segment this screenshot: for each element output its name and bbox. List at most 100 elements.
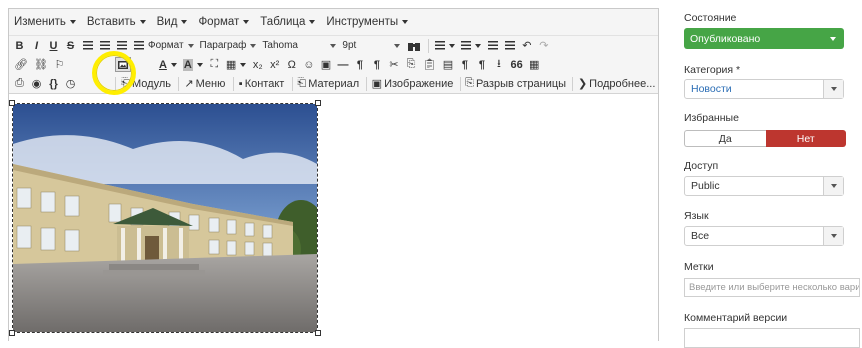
font-family-dropdown[interactable]: Tahoma: [262, 40, 337, 51]
unlink-icon: ⛓︎: [33, 59, 48, 71]
resize-handle[interactable]: [9, 100, 15, 106]
chevron-down-icon: [449, 43, 456, 48]
menu-format[interactable]: Формат: [198, 16, 250, 28]
undo-button[interactable]: ↶: [519, 37, 534, 54]
fullscreen-icon: ⛶: [210, 58, 219, 70]
outdent-button[interactable]: [485, 37, 500, 54]
redo-icon: ↷: [539, 40, 549, 52]
language-select[interactable]: Все: [684, 226, 844, 246]
background-color-icon: A: [182, 58, 193, 71]
resize-handle[interactable]: [315, 100, 321, 106]
tags-label: Метки: [684, 261, 714, 273]
pagebreak-button[interactable]: ⎘ Разрыв страницы: [465, 75, 566, 92]
italic-button[interactable]: I: [29, 37, 44, 54]
menu-table[interactable]: Таблица: [260, 16, 316, 28]
chevron-down-icon: ❯: [577, 78, 588, 90]
visual-chars-button[interactable]: ¶: [457, 56, 472, 73]
paste-text-button[interactable]: ▤: [440, 56, 455, 73]
horizontal-rule-button[interactable]: —: [335, 56, 350, 73]
menu-tools[interactable]: Инструменты: [326, 16, 409, 28]
paragraph-dropdown[interactable]: Параграф: [200, 40, 257, 51]
menu-view[interactable]: Вид: [157, 16, 188, 28]
editor-content[interactable]: [9, 94, 658, 336]
featured-no-button[interactable]: Нет: [765, 130, 846, 147]
insert-link-button[interactable]: 🔗︎: [12, 56, 30, 73]
menu-edit[interactable]: Изменить: [14, 16, 76, 28]
chevron-down-icon: [830, 234, 837, 238]
chevron-down-icon: [170, 62, 177, 67]
special-char-button[interactable]: Ω: [284, 56, 299, 73]
horizontal-rule-icon: —: [337, 58, 349, 71]
background-color-button[interactable]: A: [181, 56, 205, 73]
strikethrough-button[interactable]: S: [63, 37, 78, 54]
inserted-image[interactable]: [9, 100, 321, 336]
numbered-list-button[interactable]: [459, 37, 483, 54]
table-button[interactable]: ▦: [224, 56, 248, 73]
indent-button[interactable]: [502, 37, 517, 54]
align-left-icon: [82, 41, 93, 50]
bold-button[interactable]: B: [12, 37, 27, 54]
featured-label: Избранные: [684, 112, 739, 124]
link-icon: 🔗︎: [14, 59, 28, 71]
pilcrow-rtl-button[interactable]: ¶: [369, 56, 384, 73]
find-replace-button[interactable]: [406, 37, 422, 54]
unlink-button[interactable]: ⛓︎: [32, 56, 50, 73]
cut-button[interactable]: ✂: [386, 56, 401, 73]
category-select[interactable]: Новости: [684, 79, 844, 99]
format-dropdown[interactable]: Формат: [148, 40, 194, 51]
underline-button[interactable]: U: [46, 37, 61, 54]
template-icon: ▦: [529, 59, 540, 71]
chevron-down-icon: [69, 20, 76, 24]
superscript-button[interactable]: x²: [267, 56, 282, 73]
readmore-button[interactable]: ❯ Подробнее...: [577, 75, 656, 92]
version-note-input[interactable]: [684, 328, 860, 348]
menu-insert[interactable]: Вставить: [87, 16, 146, 28]
preview-button[interactable]: ◉: [29, 75, 44, 92]
image-button[interactable]: ▣ Изображение: [371, 75, 454, 92]
paste-button[interactable]: 📋︎: [420, 56, 438, 73]
numbered-list-icon: [461, 41, 472, 50]
pilcrow-ltr-button[interactable]: ¶: [352, 56, 367, 73]
anchor-button[interactable]: ⚐: [52, 56, 67, 73]
code-button[interactable]: {}: [46, 75, 61, 92]
contact-button[interactable]: ▪ Контакт: [238, 75, 286, 92]
emoticons-button[interactable]: ☺: [301, 56, 316, 73]
copy-button[interactable]: ⎘: [403, 56, 418, 73]
access-select[interactable]: Public: [684, 176, 844, 196]
datetime-button[interactable]: ◷: [63, 75, 78, 92]
plus-document-icon: ⎗: [297, 77, 307, 89]
redo-button[interactable]: ↷: [536, 37, 551, 54]
featured-yes-button[interactable]: Да: [684, 130, 766, 147]
resize-handle[interactable]: [9, 330, 15, 336]
print-button[interactable]: ⎙: [12, 75, 27, 92]
media-button[interactable]: ▣: [318, 56, 333, 73]
toolbar-divider: [178, 76, 180, 91]
featured-toggle: Да Нет: [684, 130, 846, 147]
menu-button[interactable]: ↗ Меню: [183, 75, 227, 92]
resize-handle[interactable]: [315, 330, 321, 336]
tags-input[interactable]: Введите или выберите несколько вари: [684, 278, 860, 297]
state-select[interactable]: Опубликовано: [684, 28, 844, 49]
chevron-down-icon: [475, 43, 482, 48]
text-color-button[interactable]: A: [157, 56, 179, 73]
toolbar-divider: [428, 38, 430, 53]
blockquote-button[interactable]: 66: [508, 56, 524, 73]
font-size-dropdown[interactable]: 9pt: [342, 40, 401, 51]
subscript-button[interactable]: x₂: [250, 56, 265, 73]
material-button[interactable]: ⎗ Материал: [296, 75, 360, 92]
align-justify-button[interactable]: [131, 37, 146, 54]
rich-text-editor: Изменить Вставить Вид Формат Таблица Инс…: [8, 8, 659, 341]
upload-button[interactable]: ⭳: [491, 56, 506, 73]
align-left-button[interactable]: [80, 37, 95, 54]
bullet-list-button[interactable]: [433, 37, 457, 54]
chevron-down-icon: [196, 62, 203, 67]
align-right-icon: [116, 41, 127, 50]
smiley-icon: ☺: [303, 58, 315, 71]
upload-icon: ⭳: [497, 58, 501, 70]
visual-blocks-button[interactable]: ¶: [474, 56, 489, 73]
chevron-down-icon: [309, 20, 316, 24]
template-button[interactable]: ▦: [527, 56, 542, 73]
fullscreen-button[interactable]: ⛶: [207, 56, 222, 73]
outdent-icon: [487, 41, 498, 50]
chevron-down-icon: [330, 43, 337, 48]
